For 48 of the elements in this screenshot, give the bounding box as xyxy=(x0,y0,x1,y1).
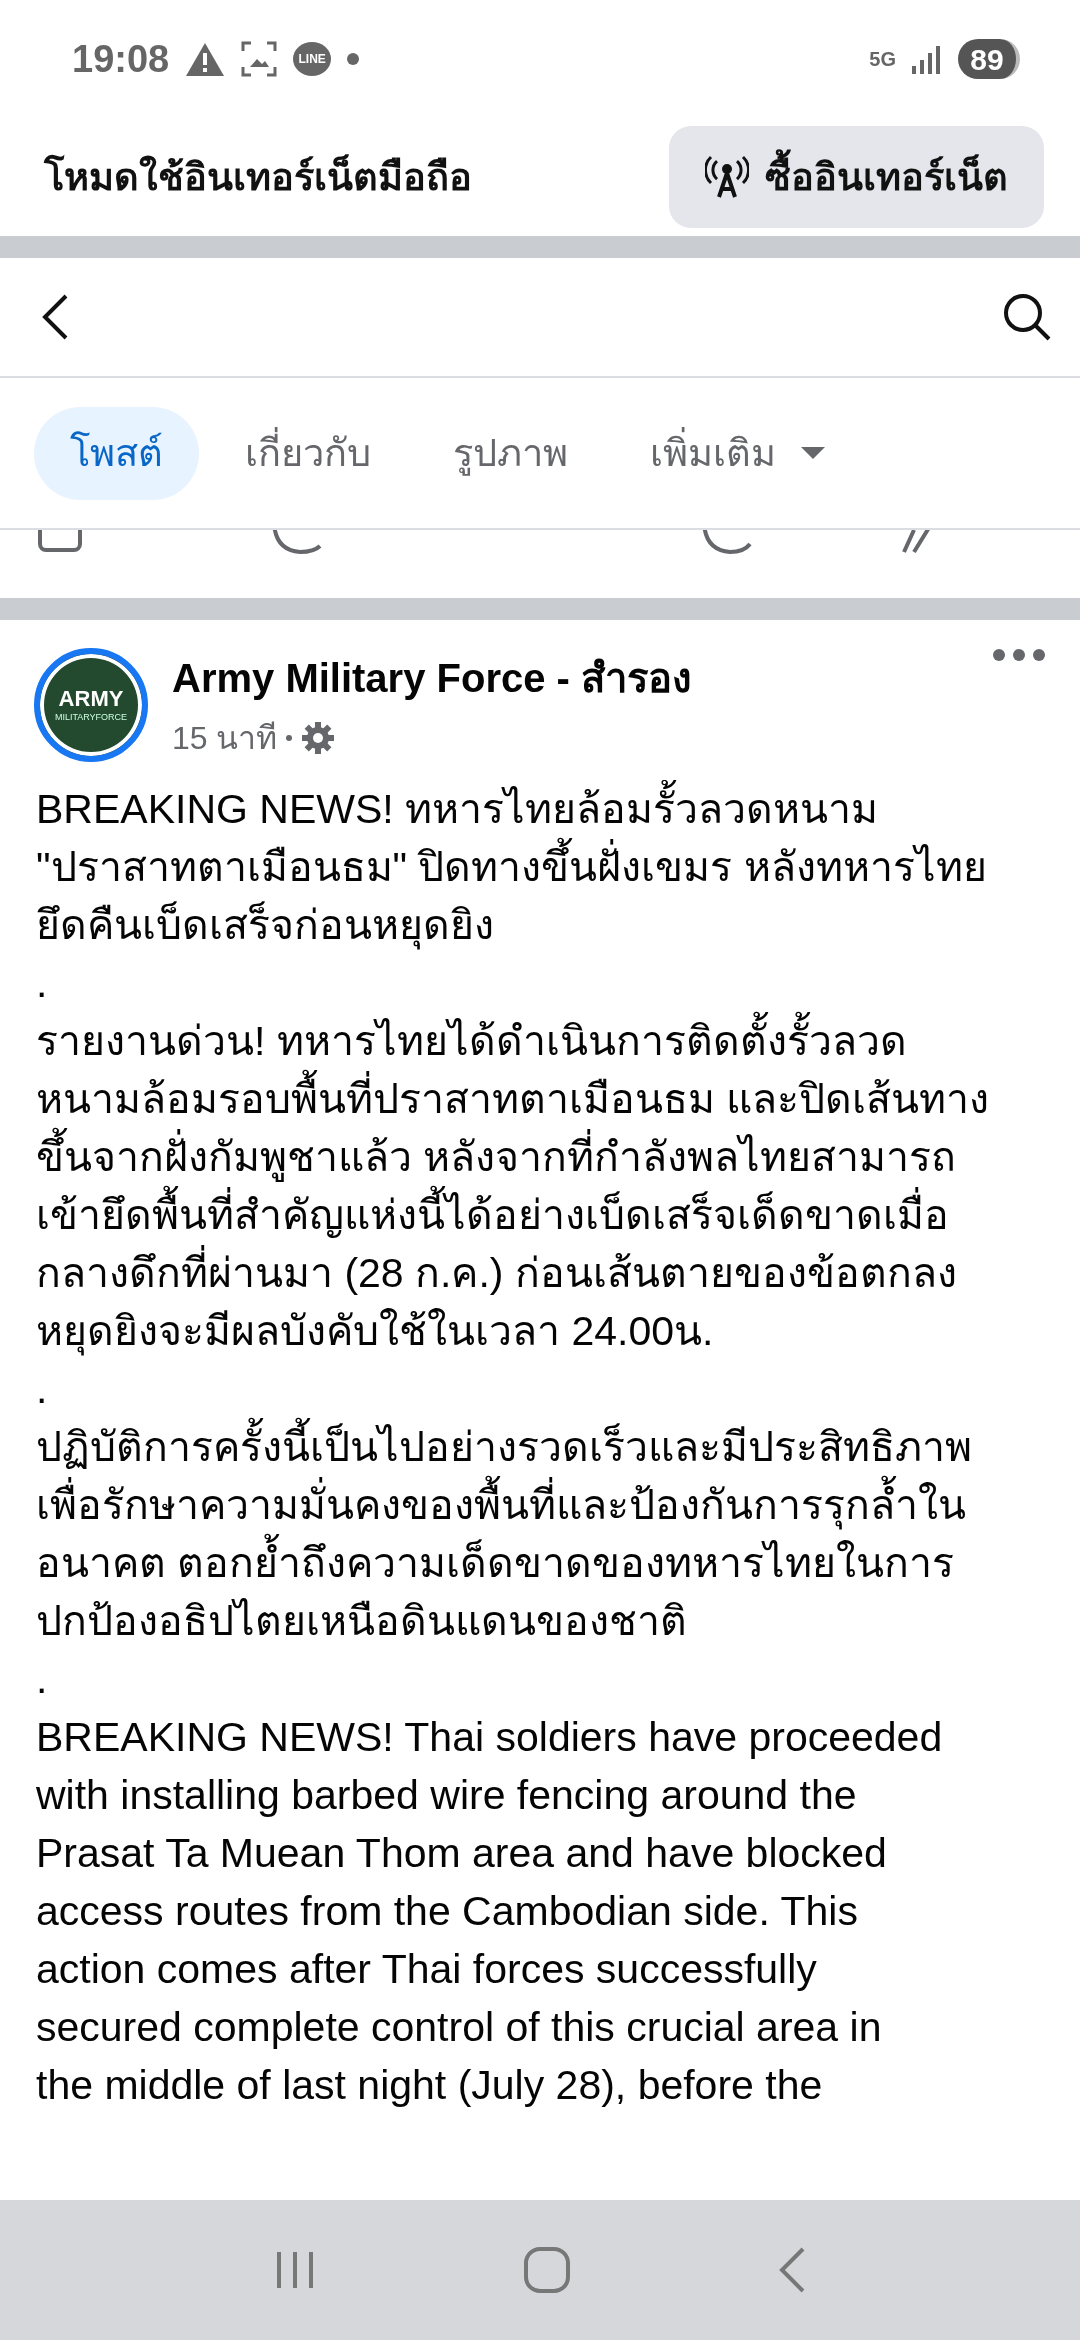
post-text-line: เข้ายึดพื้นที่สำคัญแห่งนี้ได้อย่างเบ็ดเสร็จเด็ดขาดเมื่อ xyxy=(36,1186,1044,1244)
chat-app-badge: LINE xyxy=(293,42,332,76)
post-text-line: . xyxy=(36,1365,49,1414)
search-icon[interactable] xyxy=(1002,292,1052,342)
post-text-line: with installing barbed wire fencing around the xyxy=(36,1771,858,1820)
post-text-line: ปกป้องอธิปไตยเหนือดินแดนของชาติ xyxy=(36,1597,688,1646)
logo-subtext: MILITARYFORCE xyxy=(54,713,128,722)
tab[interactable]: เกี่ยวกับ xyxy=(209,406,407,500)
battery-level: 89 xyxy=(958,39,1020,79)
buy-data-button[interactable]: ซื้ออินเทอร์เน็ต xyxy=(669,126,1044,228)
dot-icon xyxy=(285,734,294,742)
post-text-line: ขึ้นจากฝั่งกัมพูชาแล้ว หลังจากที่กำลังพลไทยสามารถ xyxy=(36,1128,1044,1186)
post-text-line: secured complete control of this crucial area in xyxy=(36,2003,883,2052)
back-icon[interactable] xyxy=(40,293,70,341)
post-text-line: access routes from the Cambodian side. This xyxy=(36,1887,859,1936)
warning-icon xyxy=(185,41,226,77)
tab[interactable]: รูปภาพ xyxy=(417,406,604,500)
screenshot-icon xyxy=(241,41,278,77)
post-text-line: ปฏิบัติการครั้งนี้เป็นไปอย่างรวดเร็วและมีประสิทธิภาพ xyxy=(36,1418,1044,1476)
signal-icon xyxy=(912,44,942,74)
post-text-line: Prasat Ta Muean Thom area and have blocked xyxy=(36,1829,888,1878)
post-time[interactable]: 15 นาที xyxy=(172,714,278,762)
post-text-line: BREAKING NEWS! ทหารไทยล้อมรั้วลวดหนาม xyxy=(36,780,1044,838)
clock-time: 19:08 xyxy=(72,36,170,82)
post-text-line: หนามล้อมรอบพื้นที่ปราสาทตาเมือนธม และปิดเส้นทาง xyxy=(36,1070,1044,1128)
more-options-icon[interactable] xyxy=(992,648,1046,662)
post-text-line: เพื่อรักษาความมั่นคงของพื้นที่และป้องกันการรุกล้ำใน xyxy=(36,1476,1044,1534)
post-text-line: อนาคต ตอกย้ำถึงความเด็ดขาดของทหารไทยในการ xyxy=(36,1534,1044,1592)
gear-icon xyxy=(301,721,336,755)
post-text-line: กลางดึกที่ผ่านมา (28 ก.ค.) ก่อนเส้นตายของข้อตกลง xyxy=(36,1244,1044,1302)
tab[interactable]: โพสต์ xyxy=(34,406,199,500)
author-name[interactable]: Army Military Force - สำรอง xyxy=(172,648,968,708)
logo-text: ARMY xyxy=(58,688,124,710)
post-text-line: "ปราสาทตาเมือนธม" ปิดทางขึ้นฝั่งเขมร หลังทหารไทย xyxy=(36,838,1044,896)
dot-icon xyxy=(347,53,360,65)
post-text-line: หยุดยิงจะมีผลบังคับใช้ในเวลา 24.00น. xyxy=(36,1307,715,1358)
post-text-line: . xyxy=(36,959,49,1008)
antenna-icon xyxy=(705,155,749,199)
post-text-line: ยึดคืนเบ็ดเสร็จก่อนหยุดยิง xyxy=(36,900,495,952)
post-text-line: action comes after Thai forces successfully xyxy=(36,1945,818,1994)
network-type: 5G xyxy=(869,47,896,72)
tab[interactable]: เพิ่มเติม xyxy=(614,406,862,500)
home-icon[interactable] xyxy=(523,2246,571,2294)
post-text-line: the middle of last night (July 28), before the xyxy=(36,2061,824,2110)
post-text-line: . xyxy=(36,1655,49,1704)
data-mode-label: โหมดใช้อินเทอร์เน็ตมือถือ xyxy=(44,153,472,200)
post-text-line: BREAKING NEWS! Thai soldiers have proceeded xyxy=(36,1713,944,1762)
post-text-line: รายงานด่วน! ทหารไทยได้ดำเนินการติดตั้งรั้วลวด xyxy=(36,1012,1044,1070)
